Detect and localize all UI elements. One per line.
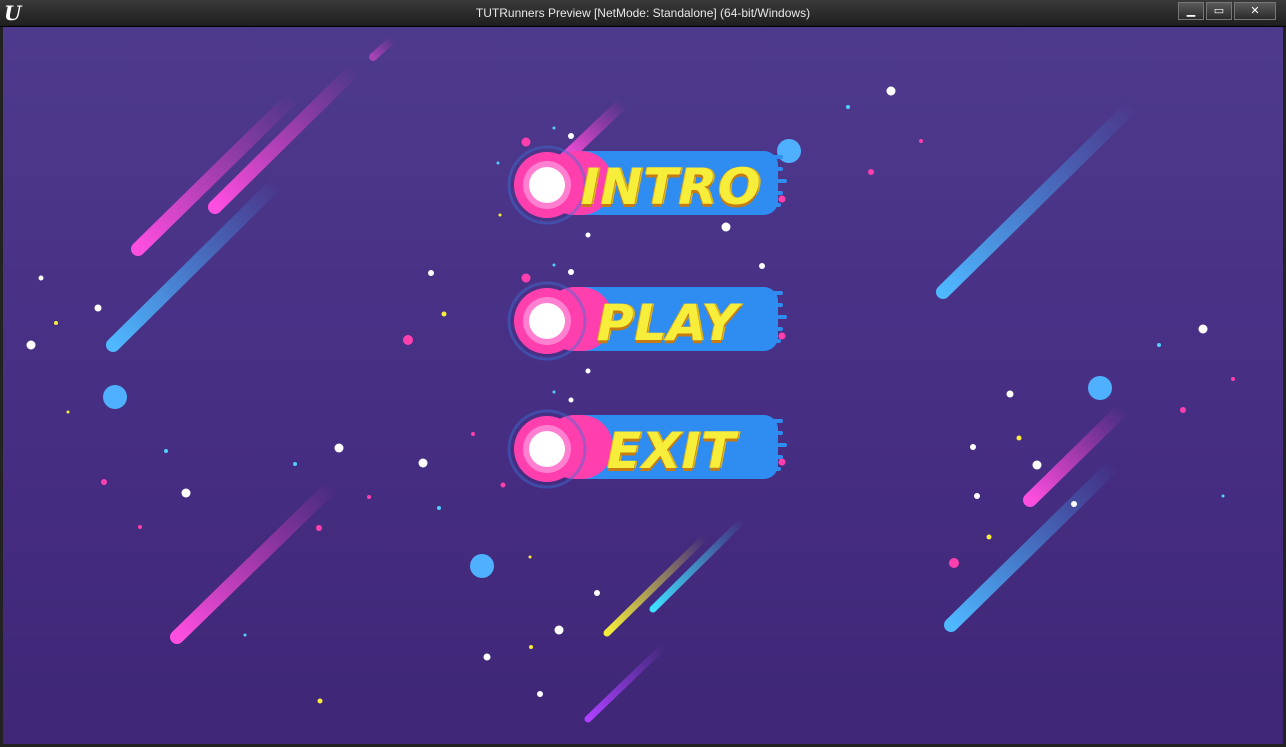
intro-button-label: INTRO [581,158,762,216]
window-controls: ▁ ▭ ✕ [1178,2,1276,20]
play-button-label: PLAY [597,294,739,352]
game-window: U TUTRunners Preview [NetMode: Standalon… [0,0,1286,747]
game-viewport: INTRO PLAY EXIT [3,27,1283,744]
intro-button[interactable]: INTRO [503,143,793,229]
starfield-background [26,35,1235,723]
exit-button[interactable]: EXIT [503,407,793,493]
shooting-star-streaks [106,35,1140,723]
close-button[interactable]: ✕ [1234,2,1276,20]
exit-button-label: EXIT [607,422,737,480]
play-button[interactable]: PLAY [503,279,793,365]
title-bar[interactable]: U TUTRunners Preview [NetMode: Standalon… [0,0,1286,27]
window-title: TUTRunners Preview [NetMode: Standalone]… [475,6,811,20]
maximize-button[interactable]: ▭ [1206,2,1232,20]
minimize-button[interactable]: ▁ [1178,2,1204,20]
